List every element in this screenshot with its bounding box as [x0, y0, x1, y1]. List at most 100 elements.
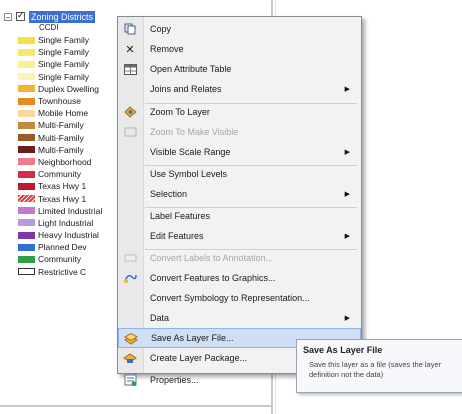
legend-label: Heavy Industrial	[38, 230, 99, 241]
menu-item-label: Joins and Relates	[150, 84, 222, 94]
properties-icon	[123, 374, 137, 386]
menu-item-label: Remove	[150, 44, 184, 54]
legend-item[interactable]: Neighborhood	[18, 156, 128, 168]
menu-item-use-symbol-levels[interactable]: Use Symbol Levels	[118, 164, 361, 184]
legend-label: Limited Industrial	[38, 205, 103, 216]
legend-swatch	[18, 170, 35, 178]
legend-label: Mobile Home	[38, 108, 89, 119]
legend-label: Multi-Family	[38, 120, 84, 131]
layer-name[interactable]: Zoning Districts	[29, 10, 96, 23]
legend-list: Single Family Single Family Single Family S…	[18, 34, 128, 278]
legend-swatch	[18, 85, 35, 93]
legend-item[interactable]: Multi-Family	[18, 119, 128, 131]
legend-item[interactable]: Multi-Family	[18, 132, 128, 144]
legend-swatch	[18, 97, 35, 105]
remove-icon: ✕	[125, 43, 135, 56]
legend-label: Multi-Family	[38, 132, 84, 143]
legend-item[interactable]: Single Family	[18, 34, 128, 46]
legend-swatch	[18, 73, 35, 81]
zoom-to-layer-icon	[123, 106, 137, 118]
menu-item-tooltip: Save As Layer File Save this layer as a …	[296, 339, 462, 393]
submenu-arrow-icon: ▶	[344, 86, 350, 93]
menu-item-visible-scale-range[interactable]: Visible Scale Range ▶	[118, 142, 361, 162]
legend-label: Single Family	[38, 59, 90, 70]
menu-item-open-attribute-table[interactable]: Open Attribute Table	[118, 59, 361, 79]
zoom-visible-icon	[123, 126, 137, 138]
legend-label: Multi-Family	[38, 144, 84, 155]
menu-item-label: Convert Labels to Annotation...	[150, 253, 274, 263]
legend-item[interactable]: Multi-Family	[18, 144, 128, 156]
menu-item-label-features[interactable]: Label Features	[118, 206, 361, 226]
legend-swatch	[18, 268, 35, 276]
legend-item[interactable]: Heavy Industrial	[18, 229, 128, 241]
copy-icon	[123, 23, 137, 35]
legend-label: Restrictive C	[38, 266, 87, 277]
menu-item-edit-features[interactable]: Edit Features ▶	[118, 226, 361, 246]
legend-item[interactable]: Texas Hwy 1	[18, 192, 128, 204]
legend-item[interactable]: Community	[18, 168, 128, 180]
menu-item-selection[interactable]: Selection ▶	[118, 184, 361, 204]
legend-swatch	[18, 36, 35, 44]
layer-row[interactable]: − Zoning Districts	[4, 10, 96, 23]
menu-item-label: Copy	[150, 24, 172, 34]
layer-package-icon	[123, 352, 137, 364]
menu-item-label: Zoom To Make Visible	[150, 127, 239, 137]
menu-item-label: Label Features	[150, 211, 211, 221]
collapse-icon[interactable]: −	[4, 12, 12, 21]
legend-label: Single Family	[38, 71, 90, 82]
menu-item-label: Visible Scale Range	[150, 147, 231, 157]
legend-item[interactable]: Community	[18, 253, 128, 265]
legend-item[interactable]: Single Family	[18, 58, 128, 70]
legend-label: Townhouse	[38, 96, 82, 107]
menu-item-convert-symbology-to-representation[interactable]: Convert Symbology to Representation...	[118, 288, 361, 308]
layer-context-menu: Copy ✕ Remove Open Attribute Table Joins and…	[117, 16, 362, 386]
legend-label: Neighborhood	[38, 156, 92, 167]
legend-label: Duplex Dwelling	[38, 83, 99, 94]
submenu-arrow-icon: ▶	[344, 315, 350, 322]
legend-swatch	[18, 121, 35, 129]
convert-graphics-icon	[123, 272, 137, 284]
legend-label: Community	[38, 254, 81, 265]
legend-swatch	[18, 231, 35, 239]
legend-item[interactable]: Light Industrial	[18, 217, 128, 229]
legend-label: Texas Hwy 1	[38, 181, 87, 192]
table-icon	[123, 63, 137, 75]
menu-item-zoom-to-layer[interactable]: Zoom To Layer	[118, 102, 361, 122]
legend-swatch	[18, 146, 35, 154]
legend-item[interactable]: Limited Industrial	[18, 205, 128, 217]
menu-item-joins-and-relates[interactable]: Joins and Relates ▶	[118, 79, 361, 99]
menu-item-label: Use Symbol Levels	[150, 169, 228, 179]
legend-item[interactable]: Single Family	[18, 46, 128, 58]
submenu-arrow-icon: ▶	[344, 149, 350, 156]
legend-label: Single Family	[38, 47, 90, 58]
legend-item[interactable]: Mobile Home	[18, 107, 128, 119]
legend-swatch	[18, 48, 35, 56]
legend-swatch	[18, 134, 35, 142]
legend-swatch	[18, 182, 35, 190]
menu-item-label: Properties...	[150, 375, 199, 385]
menu-item-label: Zoom To Layer	[150, 107, 210, 117]
legend-label: Texas Hwy 1	[38, 193, 87, 204]
menu-item-data[interactable]: Data ▶	[118, 308, 361, 328]
menu-item-label: Data	[150, 313, 170, 323]
legend-item[interactable]: Planned Dev	[18, 241, 128, 253]
layer-visibility-checkbox[interactable]	[16, 10, 25, 21]
menu-item-copy[interactable]: Copy	[118, 19, 361, 39]
legend-swatch	[18, 109, 35, 117]
legend-item[interactable]: Texas Hwy 1	[18, 180, 128, 192]
legend-item[interactable]: Townhouse	[18, 95, 128, 107]
submenu-arrow-icon: ▶	[344, 233, 350, 240]
legend-item[interactable]: Duplex Dwelling	[18, 83, 128, 95]
legend-label: Planned Dev	[38, 242, 87, 253]
menu-item-convert-features-to-graphics[interactable]: Convert Features to Graphics...	[118, 268, 361, 288]
menu-item-zoom-to-make-visible[interactable]: Zoom To Make Visible	[118, 122, 361, 142]
legend-item[interactable]: Single Family	[18, 71, 128, 83]
save-layer-icon	[124, 333, 138, 345]
legend-item[interactable]: Restrictive C	[18, 266, 128, 278]
menu-item-label: Create Layer Package...	[150, 353, 248, 363]
tooltip-description: Save this layer as a file (saves the lay…	[309, 360, 442, 379]
menu-item-remove[interactable]: ✕ Remove	[118, 39, 361, 59]
menu-item-label: Convert Symbology to Representation...	[150, 293, 310, 303]
menu-item-convert-labels-to-annotation[interactable]: Convert Labels to Annotation...	[118, 248, 361, 268]
legend-swatch	[18, 207, 35, 215]
